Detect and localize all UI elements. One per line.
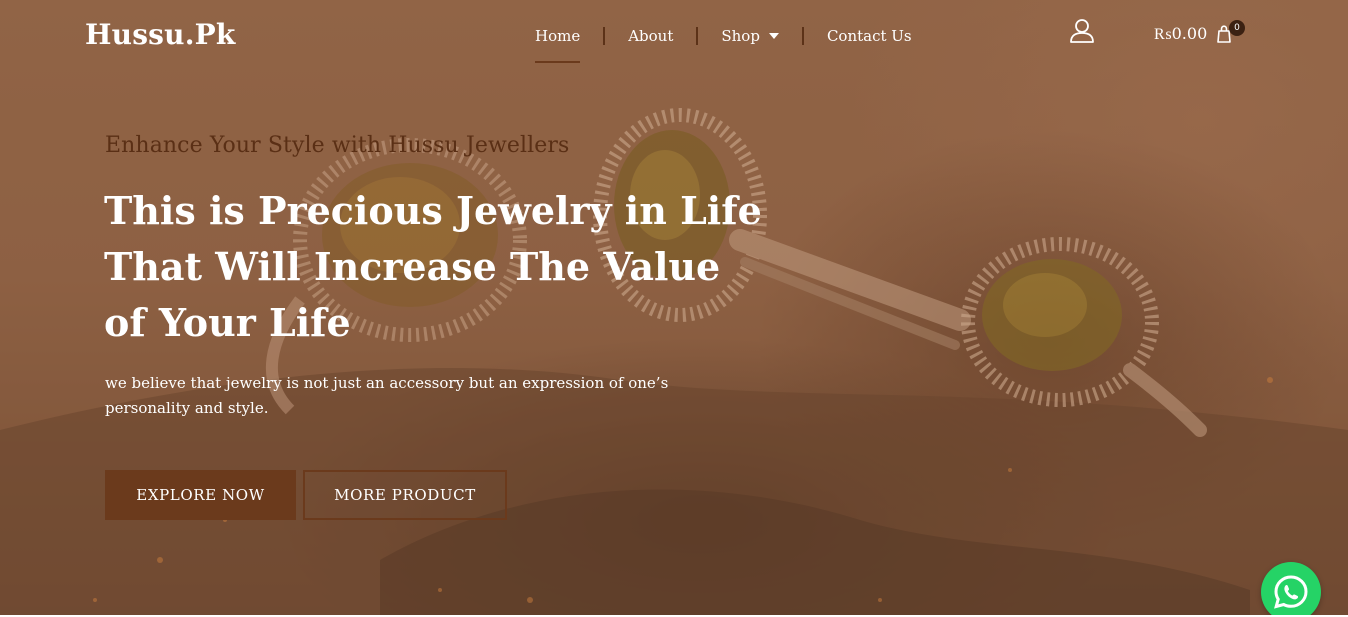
- hero-section: Hussu.Pk Home About Shop Contact Us ₨0.0…: [0, 0, 1348, 615]
- more-product-button[interactable]: MORE PRODUCT: [303, 470, 507, 520]
- cart-count-badge: 0: [1229, 20, 1245, 36]
- nav-contact-label: Contact Us: [826, 27, 912, 45]
- chevron-down-icon: [768, 33, 779, 39]
- nav-shop[interactable]: Shop: [706, 22, 794, 50]
- hero-subtitle: Enhance Your Style with Hussu Jewellers: [105, 133, 570, 158]
- nav-about[interactable]: About: [613, 22, 688, 50]
- nav-divider: [603, 27, 606, 45]
- site-logo[interactable]: Hussu.Pk: [85, 18, 236, 51]
- hero-headline: This is Precious Jewelry in Life That Wi…: [104, 188, 762, 345]
- whatsapp-icon[interactable]: [1261, 562, 1321, 615]
- nav-divider: [696, 27, 699, 45]
- main-nav: Home About Shop Contact Us: [520, 22, 927, 63]
- cart-amount: ₨0.00: [1154, 24, 1208, 43]
- explore-now-button[interactable]: EXPLORE NOW: [105, 470, 296, 520]
- hero-description: we believe that jewelry is not just an a…: [105, 374, 669, 417]
- nav-home[interactable]: Home: [520, 22, 595, 63]
- nav-shop-label: Shop: [721, 27, 760, 45]
- nav-divider: [801, 27, 804, 45]
- nav-contact[interactable]: Contact Us: [812, 22, 927, 50]
- user-icon[interactable]: [1068, 17, 1096, 45]
- nav-about-label: About: [628, 27, 674, 45]
- cart-button[interactable]: ₨0.00: [1154, 24, 1232, 44]
- nav-home-label: Home: [535, 27, 581, 45]
